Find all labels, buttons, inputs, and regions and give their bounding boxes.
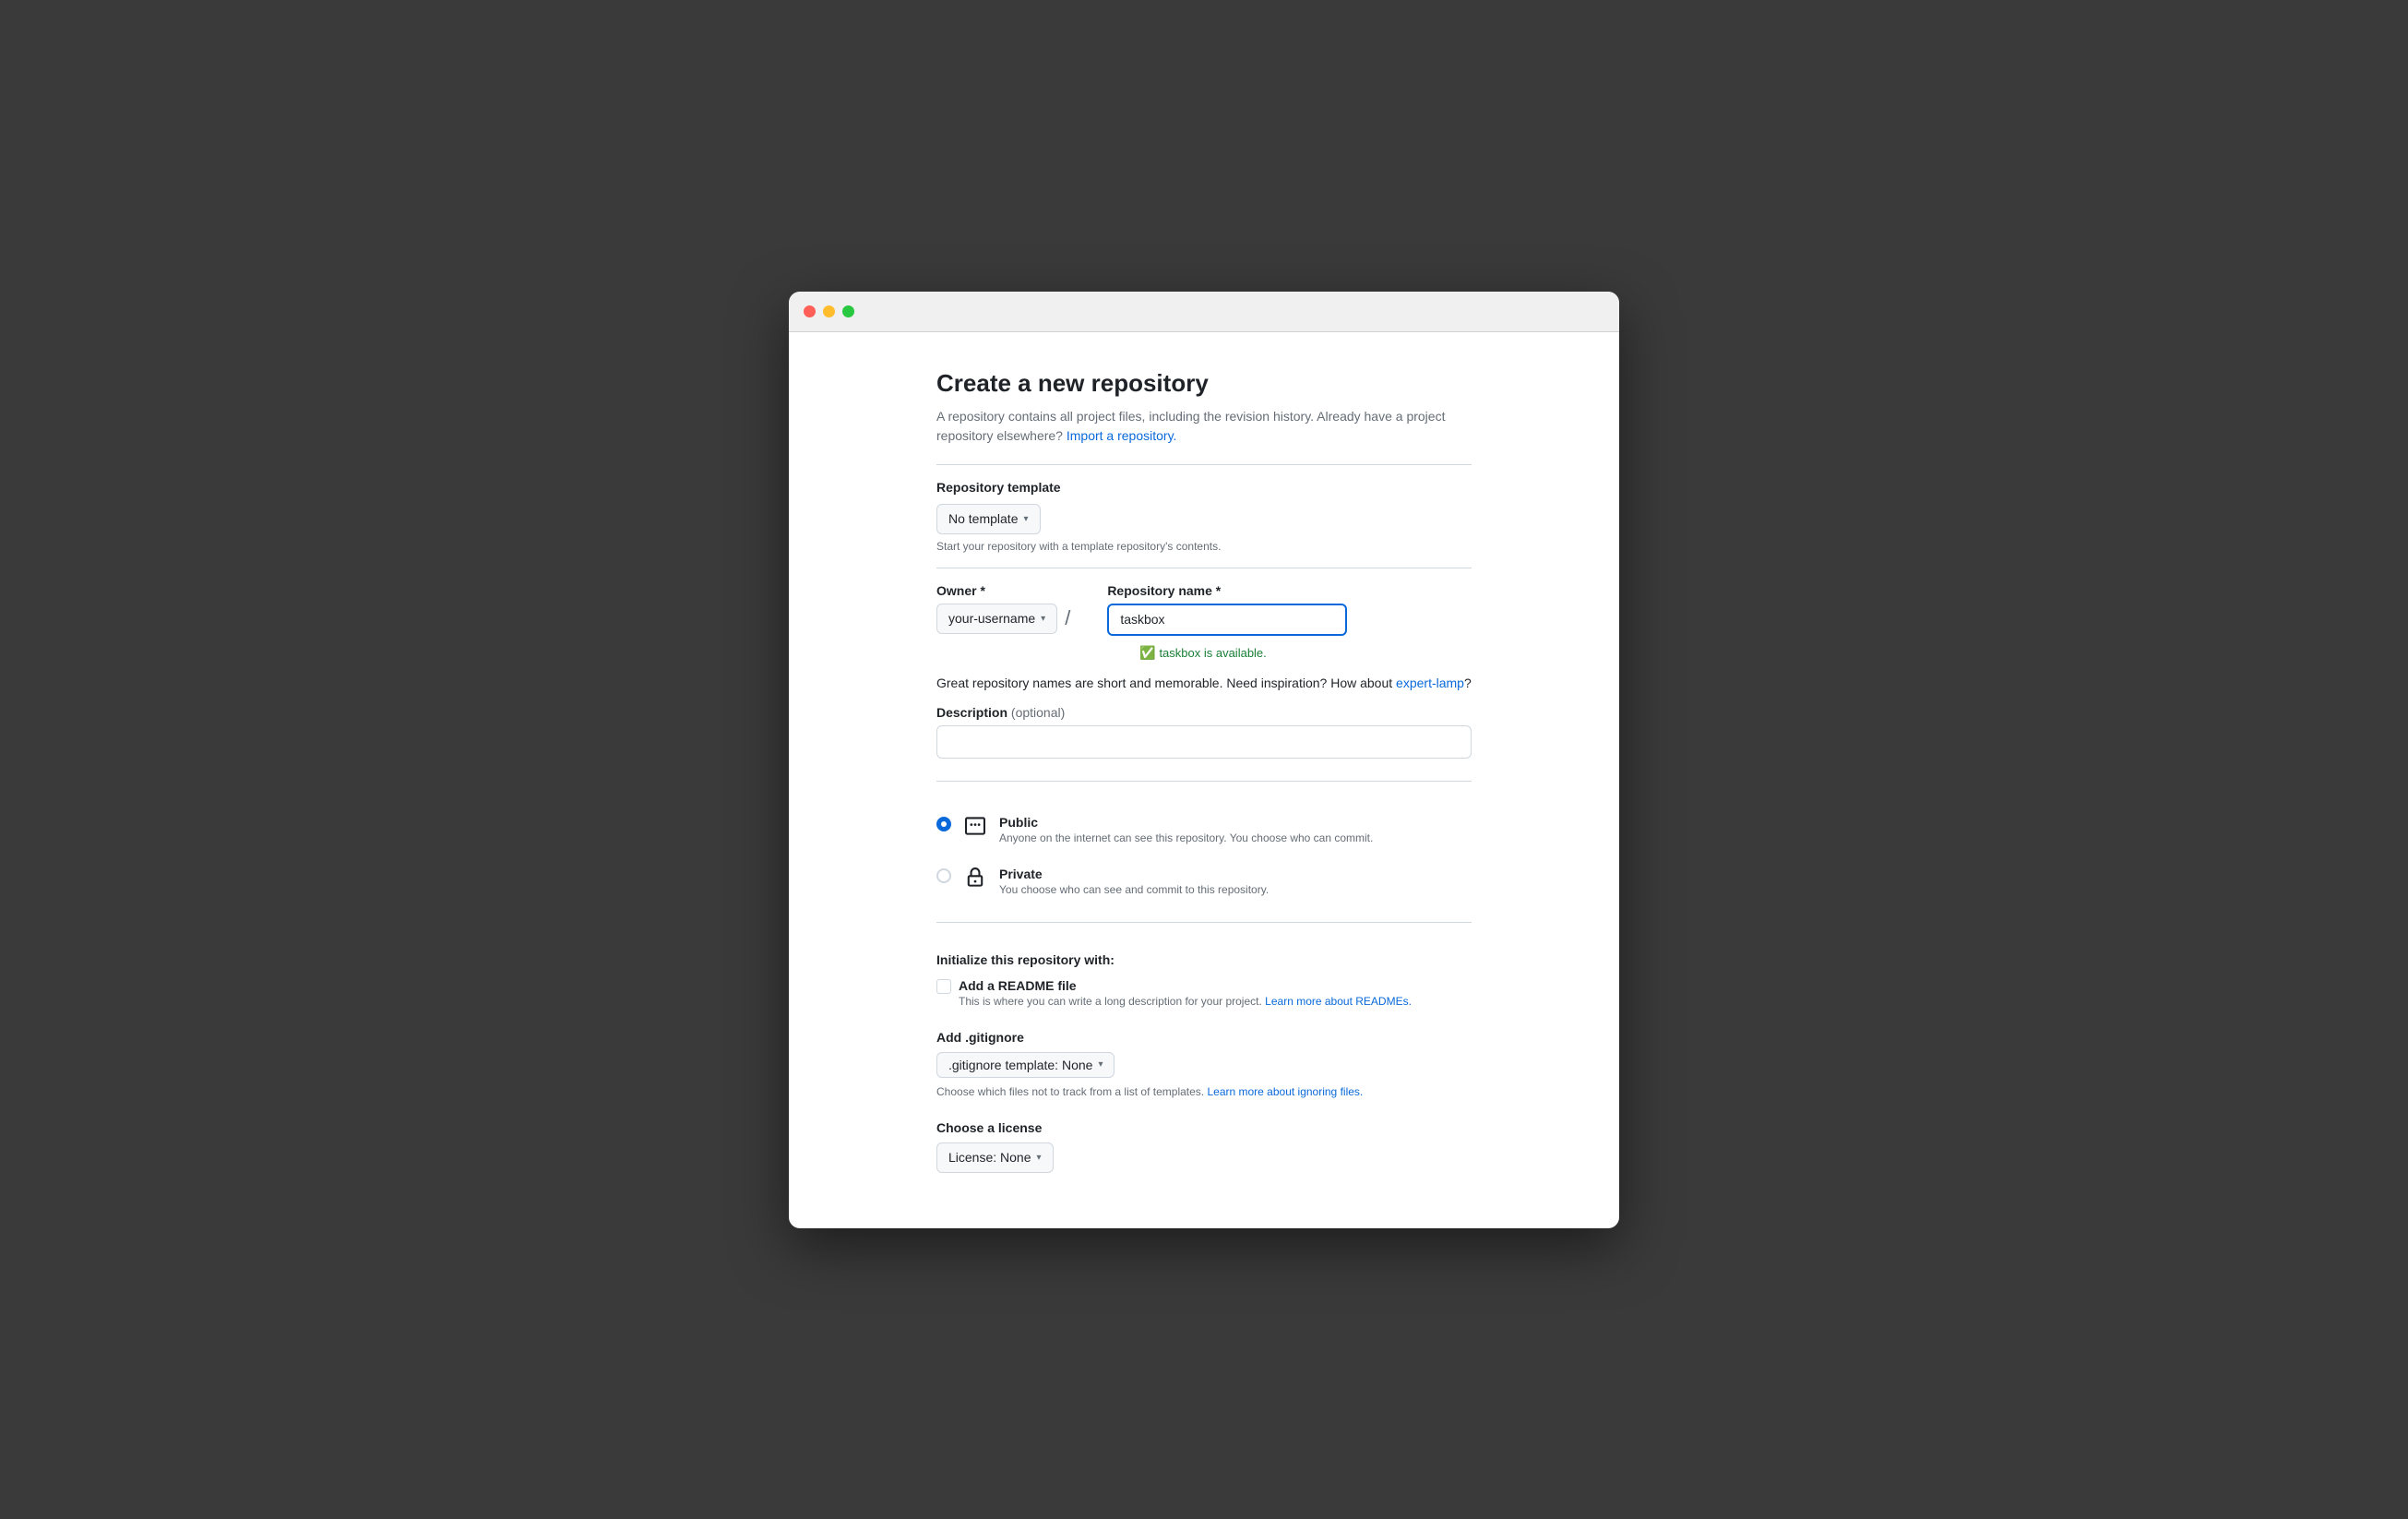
license-dropdown-value: License: None (948, 1148, 1031, 1167)
license-dropdown-button[interactable]: License: None ▾ (936, 1142, 1054, 1173)
maximize-button[interactable] (842, 305, 854, 317)
inspiration-text: Great repository names are short and mem… (936, 676, 1472, 690)
gitignore-dropdown-value: .gitignore template: None (948, 1058, 1092, 1072)
owner-dropdown-button[interactable]: your-username ▾ (936, 604, 1057, 634)
public-radio[interactable] (936, 817, 951, 831)
repo-name-label: Repository name * (1107, 583, 1347, 598)
titlebar (789, 292, 1619, 332)
chevron-down-icon: ▾ (1098, 1059, 1103, 1070)
description-label: Description (optional) (936, 705, 1472, 720)
description-optional: (optional) (1011, 705, 1065, 720)
eye-icon (962, 813, 988, 839)
check-circle-icon: ✅ (1139, 645, 1155, 661)
repo-name-input[interactable] (1107, 604, 1347, 636)
private-radio[interactable] (936, 868, 951, 883)
public-info: Public Anyone on the internet can see th… (999, 815, 1373, 844)
readme-info: Add a README file This is where you can … (959, 978, 1412, 1008)
readme-checkbox[interactable] (936, 979, 951, 994)
private-option[interactable]: Private You choose who can see and commi… (936, 855, 1472, 907)
repo-name-section: Repository name * (1107, 583, 1347, 641)
template-helper-text: Start your repository with a template re… (936, 540, 1472, 553)
import-repository-link[interactable]: Import a repository. (1067, 428, 1177, 443)
owner-value: your-username (948, 609, 1035, 628)
readme-learn-more-link[interactable]: Learn more about READMEs. (1265, 995, 1412, 1008)
divider-top (936, 464, 1472, 465)
chevron-down-icon: ▾ (1037, 1151, 1042, 1165)
repository-template-section: Repository template No template ▾ Start … (936, 480, 1472, 553)
minimize-button[interactable] (823, 305, 835, 317)
gitignore-learn-more-link[interactable]: Learn more about ignoring files. (1207, 1085, 1363, 1098)
description-input[interactable] (936, 725, 1472, 759)
suggestion-link[interactable]: expert-lamp (1396, 676, 1464, 690)
license-section: Choose a license License: None ▾ (936, 1120, 1472, 1173)
gitignore-dropdown-button[interactable]: .gitignore template: None ▾ (936, 1052, 1115, 1078)
slash-separator: / (1065, 606, 1070, 630)
main-content: Create a new repository A repository con… (881, 332, 1527, 1228)
public-option[interactable]: Public Anyone on the internet can see th… (936, 804, 1472, 855)
divider-3 (936, 922, 1472, 923)
repository-template-label: Repository template (936, 480, 1472, 495)
gitignore-label: Add .gitignore (936, 1030, 1472, 1045)
readme-checkbox-row: Add a README file This is where you can … (936, 978, 1472, 1008)
browser-window: Create a new repository A repository con… (789, 292, 1619, 1228)
initialize-title: Initialize this repository with: (936, 952, 1472, 967)
page-title: Create a new repository (936, 369, 1472, 398)
template-dropdown-button[interactable]: No template ▾ (936, 504, 1041, 534)
template-dropdown-value: No template (948, 509, 1018, 529)
chevron-down-icon: ▾ (1041, 612, 1045, 626)
gitignore-helper: Choose which files not to track from a l… (936, 1085, 1472, 1098)
initialize-section: Initialize this repository with: Add a R… (936, 945, 1472, 1008)
visibility-section: Public Anyone on the internet can see th… (936, 804, 1472, 907)
lock-icon (962, 865, 988, 891)
availability-message: ✅ taskbox is available. (1139, 645, 1472, 661)
private-info: Private You choose who can see and commi… (999, 867, 1269, 896)
chevron-down-icon: ▾ (1023, 512, 1028, 526)
license-label: Choose a license (936, 1120, 1472, 1135)
owner-label: Owner * (936, 583, 1070, 598)
page-subtitle: A repository contains all project files,… (936, 407, 1472, 446)
divider-2 (936, 781, 1472, 782)
owner-repo-row: your-username ▾ / (936, 604, 1070, 634)
availability-text: taskbox is available. (1159, 646, 1266, 660)
owner-repo-container: Owner * your-username ▾ / Repository nam… (936, 583, 1472, 641)
close-button[interactable] (804, 305, 816, 317)
gitignore-section: Add .gitignore .gitignore template: None… (936, 1030, 1472, 1098)
description-section: Description (optional) (936, 705, 1472, 759)
owner-section: Owner * your-username ▾ / (936, 583, 1070, 641)
